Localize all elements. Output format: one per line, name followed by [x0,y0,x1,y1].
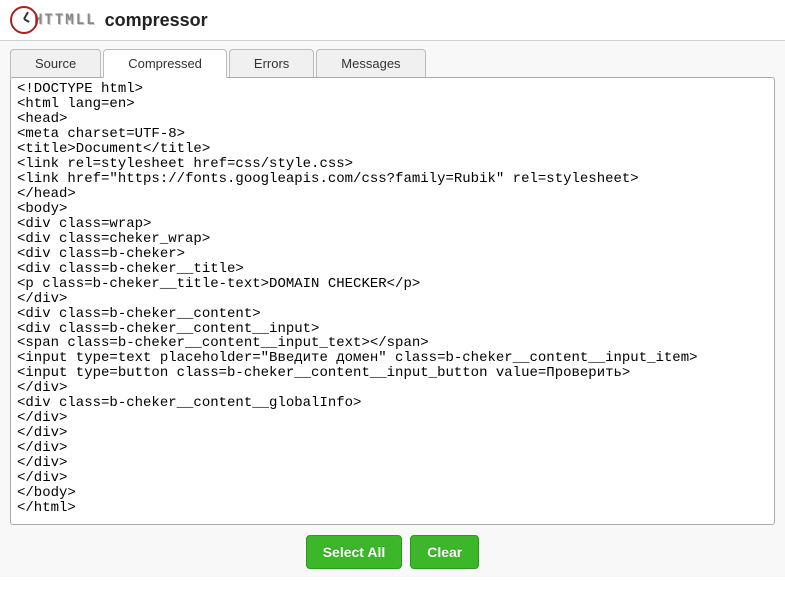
tab-source[interactable]: Source [10,49,101,78]
logo-html-text: HTTMLL [34,12,97,28]
tab-messages[interactable]: Messages [316,49,425,78]
tab-compressed[interactable]: Compressed [103,49,227,78]
action-buttons: Select All Clear [10,535,775,569]
content-area: Source Compressed Errors Messages <!DOCT… [0,41,785,577]
tab-errors[interactable]: Errors [229,49,314,78]
select-all-button[interactable]: Select All [306,535,403,569]
tab-bar: Source Compressed Errors Messages [10,49,775,78]
clock-icon [10,6,38,34]
logo: HTTMLL compressor [10,6,775,34]
code-output[interactable]: <!DOCTYPE html> <html lang=en> <head> <m… [10,77,775,525]
app-header: HTTMLL compressor [0,0,785,41]
logo-compressor-text: compressor [105,10,208,31]
clear-button[interactable]: Clear [410,535,479,569]
